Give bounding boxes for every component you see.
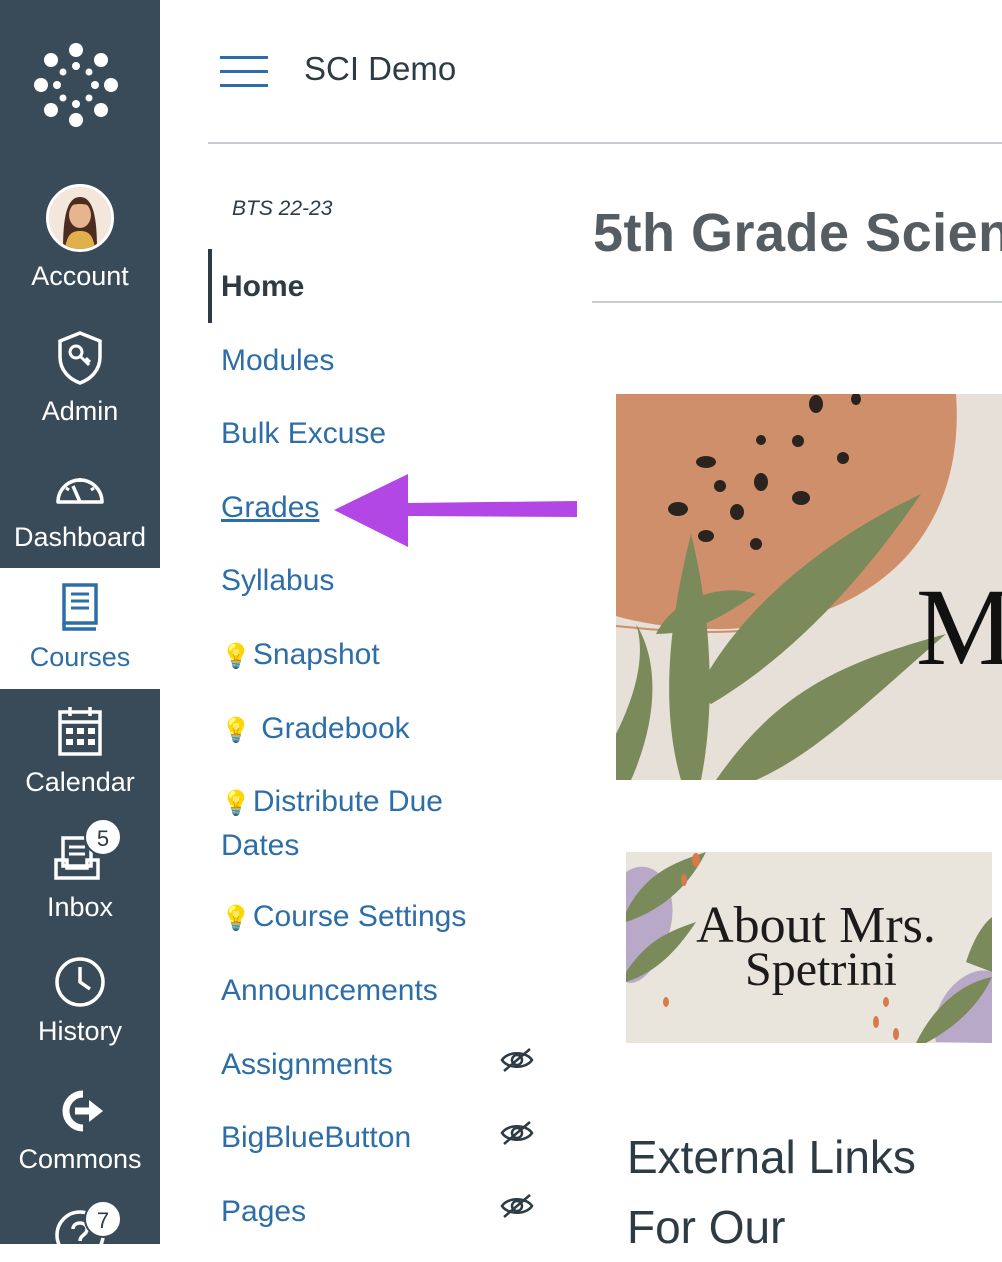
course-nav-grades[interactable]: Grades (221, 487, 319, 529)
hidden-eye-icon (500, 1048, 534, 1072)
nav-admin[interactable]: Admin (0, 330, 160, 430)
inbox-badge: 5 (84, 818, 122, 856)
external-links-heading-line2: For Our (627, 1201, 786, 1253)
nav-admin-label: Admin (41, 396, 119, 426)
course-nav-gradebook-label: Gradebook (261, 712, 410, 745)
course-nav-course-settings-label: Course Settings (252, 900, 467, 933)
lightbulb-icon: 💡 (221, 643, 251, 670)
hidden-eye-icon (500, 1194, 534, 1218)
course-nav-assignments[interactable]: Assignments (221, 1044, 393, 1086)
header-divider (208, 142, 1002, 144)
course-nav-pages[interactable]: Pages (221, 1191, 306, 1233)
nav-inbox-label: Inbox (46, 892, 114, 922)
avatar (46, 184, 114, 252)
hidden-eye-icon (500, 1121, 534, 1145)
external-links-heading: External Links For Our (627, 1122, 1002, 1262)
nav-help[interactable]: 7 (0, 1200, 160, 1244)
course-nav-snapshot-label: Snapshot (252, 638, 380, 671)
nav-dashboard-label: Dashboard (13, 522, 147, 552)
course-title[interactable]: SCI Demo (304, 50, 456, 88)
banner-letter: M (916, 566, 1002, 688)
course-nav-modules[interactable]: Modules (221, 340, 334, 382)
nav-history-label: History (37, 1016, 122, 1046)
course-nav-gradebook[interactable]: 💡 Gradebook (221, 708, 410, 752)
page-title: 5th Grade Scien (593, 203, 1002, 263)
lightbulb-icon: 💡 (221, 717, 251, 744)
nav-courses-label: Courses (29, 642, 131, 672)
help-badge: 7 (84, 1200, 122, 1238)
nav-dashboard[interactable]: Dashboard (0, 466, 160, 566)
course-nav-announcements[interactable]: Announcements (221, 970, 438, 1012)
course-nav-syllabus[interactable]: Syllabus (221, 560, 334, 602)
course-nav-snapshot[interactable]: 💡Snapshot (221, 634, 380, 678)
shield-key-icon (58, 331, 102, 385)
external-links-heading-line1: External Links (627, 1131, 916, 1183)
nav-commons-label: Commons (18, 1144, 142, 1174)
course-nav-distribute-label: Distribute Due (252, 785, 443, 818)
canvas-logo-icon[interactable] (33, 42, 119, 128)
speedometer-icon (56, 478, 104, 504)
lightbulb-icon: 💡 (221, 905, 251, 932)
commons-icon (62, 1090, 103, 1132)
course-nav-distribute-label-line2: Dates (221, 829, 300, 862)
active-indicator (208, 249, 212, 323)
hamburger-menu-icon[interactable] (220, 56, 268, 90)
nav-inbox[interactable]: 5 Inbox (0, 818, 160, 930)
course-term: BTS 22-23 (232, 197, 333, 220)
nav-courses[interactable]: Courses (0, 568, 160, 689)
annotation-arrow (334, 474, 577, 547)
about-text-line2: Spetrini (745, 943, 897, 996)
nav-calendar[interactable]: Calendar (0, 704, 160, 804)
about-banner-image[interactable]: About Mrs. Spetrini (626, 852, 992, 1043)
course-nav-course-settings[interactable]: 💡Course Settings (221, 896, 466, 940)
global-nav: Account Admin Dashboard Courses Calendar… (0, 0, 160, 1244)
clock-icon (55, 957, 105, 1007)
nav-account-label: Account (31, 261, 129, 291)
lightbulb-icon: 💡 (221, 790, 251, 817)
course-banner-image: M (616, 394, 1002, 780)
book-icon (62, 583, 98, 631)
course-nav-home[interactable]: Home (221, 266, 304, 308)
title-divider (592, 301, 1002, 303)
course-nav-distribute-due-dates[interactable]: 💡Distribute Due Dates (221, 781, 443, 867)
nav-calendar-label: Calendar (25, 767, 135, 797)
nav-commons[interactable]: Commons (0, 1088, 160, 1188)
course-nav-bulk-excuse[interactable]: Bulk Excuse (221, 413, 386, 455)
course-nav-bigbluebutton[interactable]: BigBlueButton (221, 1117, 411, 1159)
nav-history[interactable]: History (0, 955, 160, 1055)
nav-account[interactable]: Account (0, 184, 160, 304)
calendar-icon (58, 707, 102, 756)
